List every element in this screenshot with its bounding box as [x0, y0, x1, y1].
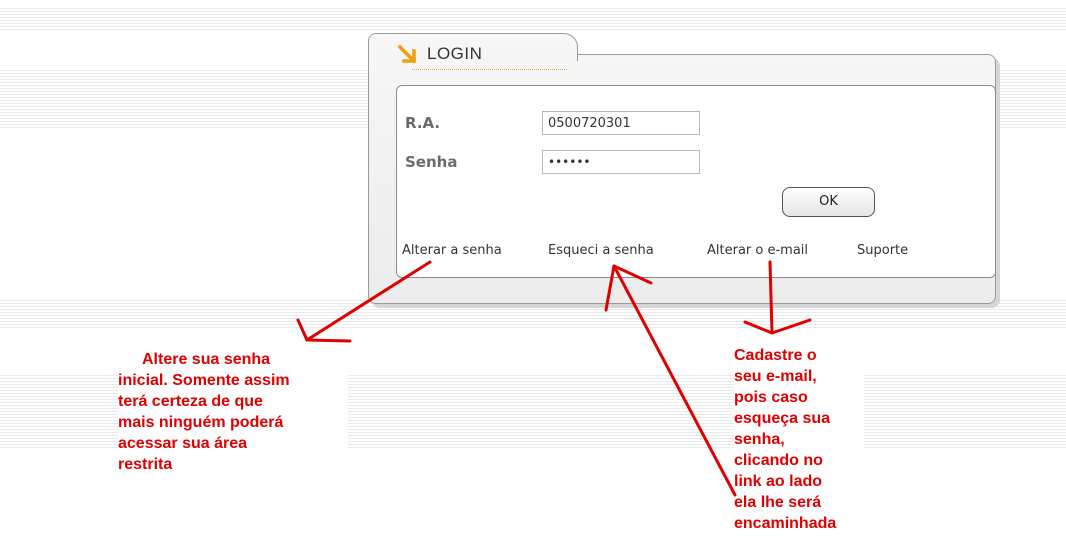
annotation-arrows: [296, 260, 812, 497]
arrow-from-right-note: [604, 264, 737, 497]
arrow-to-right-note: [743, 260, 812, 335]
arrow-to-left-note: [296, 260, 432, 343]
